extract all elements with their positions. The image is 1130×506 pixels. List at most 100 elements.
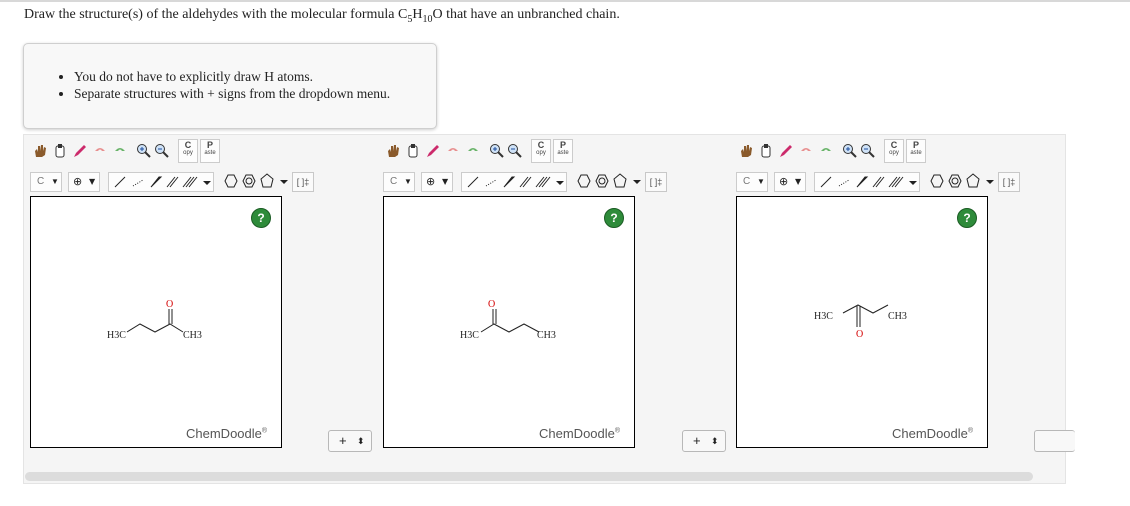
ring-toolbar[interactable] (928, 172, 1000, 190)
hand-icon[interactable] (385, 143, 401, 159)
pencil-icon[interactable] (425, 143, 441, 159)
bond-toolbar[interactable] (108, 172, 214, 192)
bond-toolbar[interactable] (814, 172, 920, 192)
chevron-down-icon: ▼ (795, 177, 802, 186)
carbon-chain (126, 323, 184, 333)
bracket-button[interactable]: [ ]‡ (998, 172, 1020, 192)
charge-plus-icon: ⊕ (426, 175, 436, 188)
drawing-canvas[interactable]: ? ChemDoodle® O H3C CH3 (30, 196, 282, 448)
atom-label-left: H3C (814, 311, 833, 322)
redo-icon[interactable] (112, 143, 128, 159)
chevron-down-icon: ▼ (89, 177, 96, 186)
hand-icon[interactable] (738, 143, 754, 159)
atom-label-right: CH3 (888, 311, 907, 322)
paste-button[interactable]: Paste (553, 139, 573, 163)
undo-icon[interactable] (445, 143, 461, 159)
drawing-canvas[interactable]: ? ChemDoodle® O H3C CH3 (383, 196, 635, 448)
hint-item: You do not have to explicitly draw H ato… (74, 68, 436, 85)
molecule-structure: O H3C CH3 (814, 304, 907, 340)
zoom-in-icon[interactable] (136, 143, 152, 159)
updown-arrows-icon: ⬍ (357, 436, 365, 446)
ring-toolbar[interactable] (575, 172, 647, 190)
charge-dropdown[interactable]: ⊕ ▼ (68, 172, 100, 192)
paste-label-top: P (912, 140, 919, 150)
paste-label-bottom: aste (557, 150, 569, 156)
element-dropdown[interactable]: C ▼ (383, 172, 415, 192)
paste-button[interactable]: Paste (906, 139, 926, 163)
undo-icon[interactable] (798, 143, 814, 159)
redo-icon[interactable] (818, 143, 834, 159)
hint-list: You do not have to explicitly draw H ato… (24, 68, 436, 102)
paste-label-bottom: aste (204, 150, 216, 156)
hint-item: Separate structures with + signs from th… (74, 85, 436, 102)
bracket-button[interactable]: [ ]‡ (645, 172, 667, 192)
paste-label-bottom: aste (910, 150, 922, 156)
paste-button[interactable]: Paste (200, 139, 220, 163)
zoom-in-icon[interactable] (842, 143, 858, 159)
charge-dropdown[interactable]: ⊕ ▼ (774, 172, 806, 192)
question-text-h: H (412, 7, 423, 22)
question-text-start: Draw the structure(s) of the aldehydes w… (24, 7, 408, 22)
hint-box: You do not have to explicitly draw H ato… (23, 43, 437, 129)
lasso-icon[interactable] (52, 143, 68, 159)
element-label: C (390, 176, 398, 187)
copy-label-top: C (890, 140, 898, 150)
pencil-icon[interactable] (778, 143, 794, 159)
atom-label-right: CH3 (183, 330, 202, 341)
copy-button[interactable]: Copy (178, 139, 198, 163)
copy-label-bottom: opy (889, 150, 899, 156)
subscript-10: 10 (422, 13, 433, 25)
chevron-down-icon: ▼ (404, 177, 412, 186)
redo-icon[interactable] (465, 143, 481, 159)
ring-toolbar[interactable] (222, 172, 294, 190)
chevron-down-icon: ▼ (442, 177, 449, 186)
atom-label-o: O (488, 299, 495, 310)
zoom-in-icon[interactable] (489, 143, 505, 159)
atom-label-right: CH3 (537, 330, 556, 341)
atom-label-left: H3C (460, 330, 479, 341)
atom-label-left: H3C (107, 330, 126, 341)
copy-button[interactable]: Copy (531, 139, 551, 163)
zoom-out-icon[interactable] (507, 143, 523, 159)
drawing-canvas[interactable]: ? ChemDoodle® O H3C CH3 (736, 196, 988, 448)
horizontal-scrollbar[interactable] (25, 472, 1033, 481)
separator-select[interactable]: + ⬍ (682, 430, 726, 452)
atom-label-o: O (856, 329, 863, 340)
plus-label: + (339, 433, 347, 448)
carbon-chain (842, 304, 889, 314)
carbon-chain (480, 323, 540, 333)
plus-label: + (693, 433, 701, 448)
chevron-down-icon: ▼ (51, 177, 59, 186)
charge-plus-icon: ⊕ (779, 175, 789, 188)
lasso-icon[interactable] (405, 143, 421, 159)
separator-select[interactable]: + ⬍ (328, 430, 372, 452)
atom-label-o: O (166, 299, 173, 310)
element-label: C (37, 176, 45, 187)
molecule-structure: O H3C CH3 (460, 299, 556, 341)
copy-label-top: C (537, 140, 545, 150)
paste-label-top: P (559, 140, 566, 150)
element-dropdown[interactable]: C ▼ (30, 172, 62, 192)
hand-icon[interactable] (32, 143, 48, 159)
zoom-out-icon[interactable] (154, 143, 170, 159)
copy-button[interactable]: Copy (884, 139, 904, 163)
separator-select-partial[interactable] (1034, 430, 1075, 452)
question-text-end: O that have an unbranched chain. (432, 7, 620, 22)
chevron-down-icon: ▼ (757, 177, 765, 186)
bracket-button[interactable]: [ ]‡ (292, 172, 314, 192)
copy-label-top: C (184, 140, 192, 150)
lasso-icon[interactable] (758, 143, 774, 159)
molecule-structure: O H3C CH3 (107, 299, 202, 341)
charge-dropdown[interactable]: ⊕ ▼ (421, 172, 453, 192)
pencil-icon[interactable] (72, 143, 88, 159)
bond-toolbar[interactable] (461, 172, 567, 192)
zoom-out-icon[interactable] (860, 143, 876, 159)
undo-icon[interactable] (92, 143, 108, 159)
element-dropdown[interactable]: C ▼ (736, 172, 768, 192)
updown-arrows-icon: ⬍ (711, 436, 719, 446)
paste-label-top: P (206, 140, 213, 150)
question-prompt: Draw the structure(s) of the aldehydes w… (24, 7, 620, 25)
charge-plus-icon: ⊕ (73, 175, 83, 188)
copy-label-bottom: opy (536, 150, 546, 156)
element-label: C (743, 176, 751, 187)
